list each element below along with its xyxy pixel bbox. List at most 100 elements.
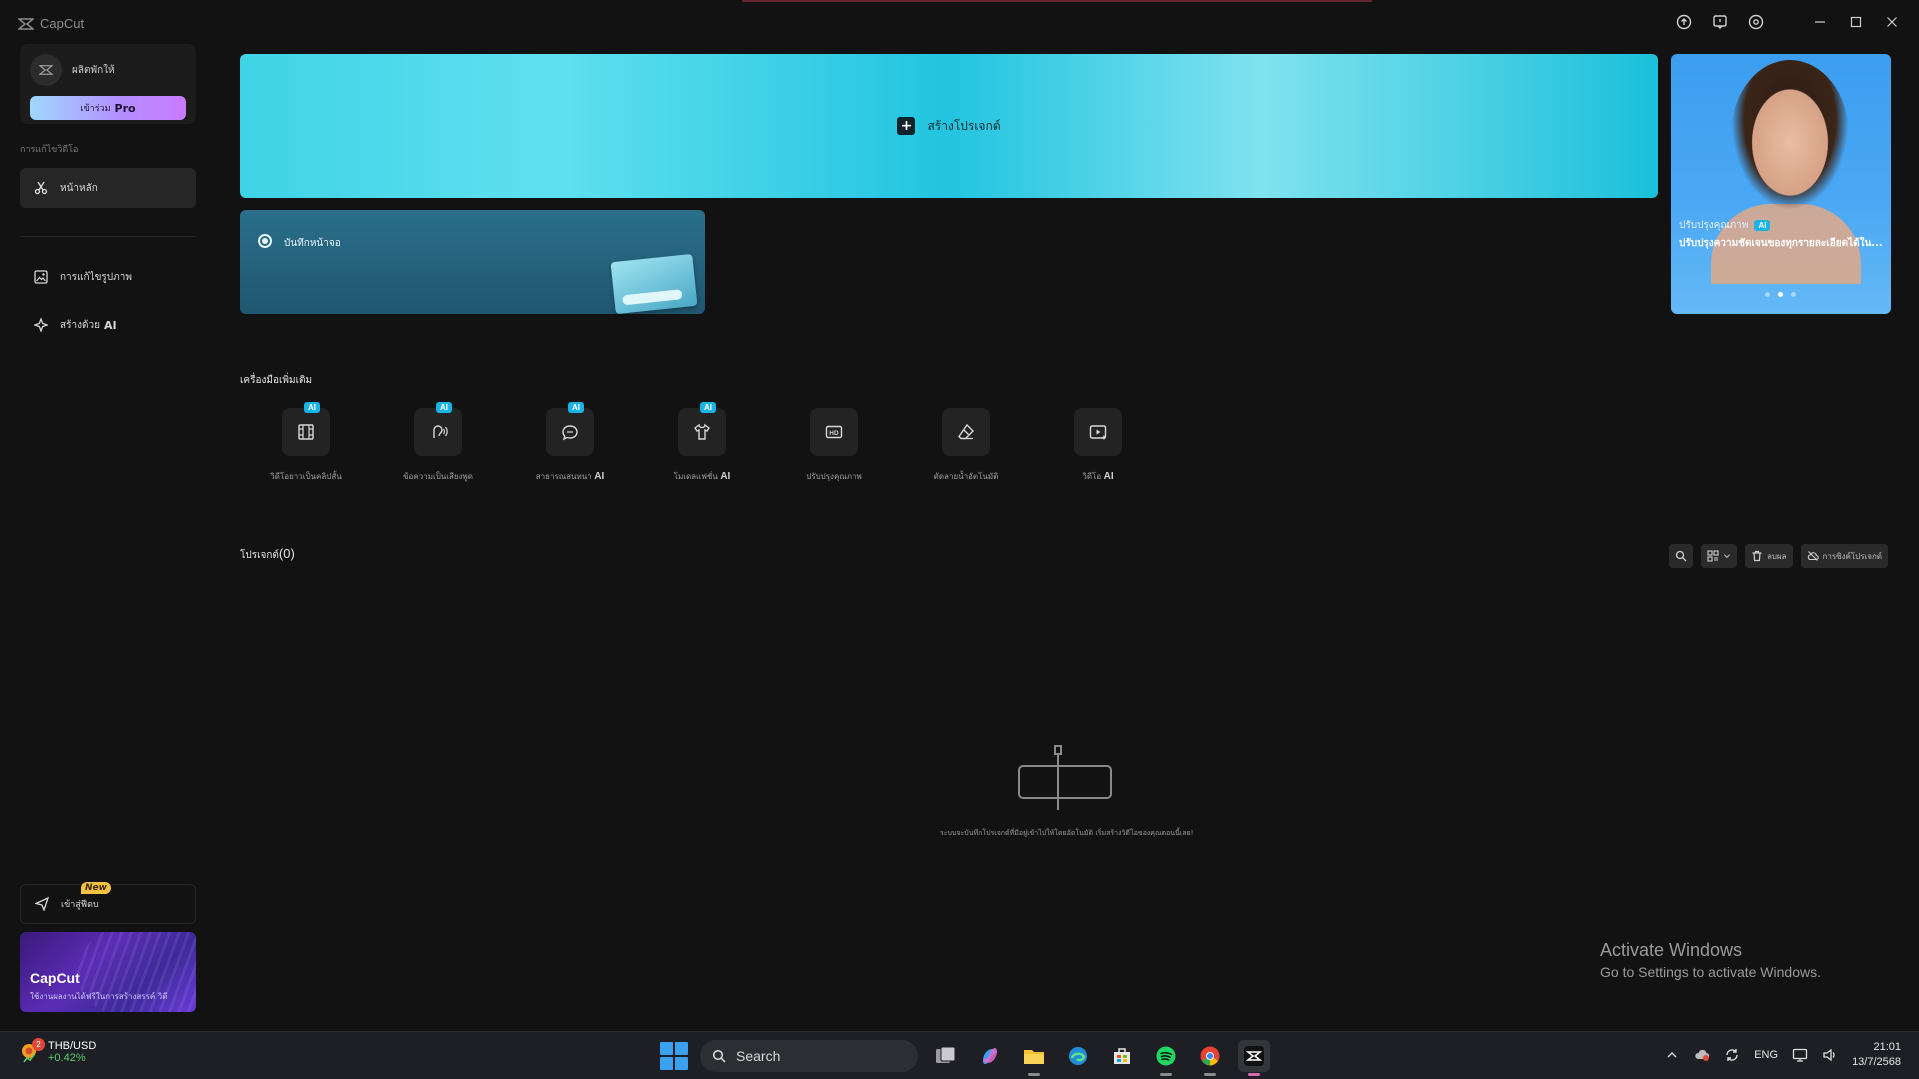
sidebar-item-image-editing[interactable]: การแก้ไขรูปภาพ	[20, 257, 196, 297]
view-mode-dropdown[interactable]	[1700, 544, 1737, 568]
sidebar-divider	[20, 236, 196, 237]
spotify-icon[interactable]	[1150, 1040, 1182, 1076]
cloud-sync-button[interactable]: การซิงค์โปรเจกต์	[1800, 544, 1888, 568]
close-button[interactable]	[1883, 13, 1901, 31]
projects-title: โปรเจกต์(0)	[240, 546, 295, 563]
sidebar-item-create-ai[interactable]: สร้างด้วย AI	[20, 305, 196, 345]
clock-time: 21:01	[1873, 1041, 1901, 1053]
tool-ai-chat[interactable]: AI สาธารณสนทนา AI	[504, 402, 636, 483]
ai-badge: AI	[436, 402, 452, 413]
feature-description: ปรับปรุงความชัดเจนของทุกรายละเอียดได้ใน.…	[1679, 238, 1883, 249]
film-icon	[298, 424, 314, 440]
windows-taskbar: 2 THB/USD +0.42% Search ENG 21:01 13/7/2…	[0, 1031, 1919, 1079]
avatar[interactable]	[30, 54, 62, 86]
join-pro-prefix: เข้าร่วม	[80, 104, 111, 114]
promo-subtitle: ใช้งานผลงานได้ฟรีในการสร้างสรรค์ วิดี	[30, 992, 168, 1001]
capcut-taskbar-icon[interactable]	[1238, 1040, 1270, 1076]
tool-label: ข้อความเป็นเสียงพูด	[403, 472, 473, 481]
record-screen-label: บันทึกหน้าจอ	[284, 238, 341, 249]
task-view-icon[interactable]	[930, 1040, 962, 1072]
feature-title: ปรับปรุงคุณภาพ	[1679, 220, 1749, 231]
feedback-button[interactable]: New เข้าสู่ฟีดบ	[20, 882, 196, 924]
chevron-down-icon	[1723, 554, 1730, 558]
tool-text-to-speech[interactable]: AI ข้อความเป็นเสียงพูด	[372, 402, 504, 483]
cloud-error-icon[interactable]	[1694, 1047, 1710, 1063]
tools-title: เครื่องมือเพิ่มเติม	[240, 375, 313, 386]
edge-browser-icon[interactable]	[1062, 1040, 1094, 1072]
delete-label: ลบผล	[1766, 551, 1787, 561]
activate-windows-watermark: Activate Windows Go to Settings to activ…	[1600, 940, 1821, 980]
sidebar-item-ai-suffix: AI	[103, 318, 117, 332]
windows-start-icon[interactable]	[660, 1042, 688, 1070]
tool-label-suffix: AI	[720, 471, 731, 482]
chevron-up-icon[interactable]	[1664, 1047, 1680, 1063]
carousel-dot[interactable]	[1791, 292, 1796, 297]
tool-label: วิดีโอยาวเป็นคลิปสั้น	[270, 472, 342, 481]
image-icon	[34, 270, 48, 284]
file-explorer-icon[interactable]	[1018, 1040, 1050, 1076]
feedback-label: เข้าสู่ฟีดบ	[61, 900, 99, 910]
svg-text:HD: HD	[829, 430, 839, 437]
taskbar-clock[interactable]: 21:01 13/7/2568	[1852, 1040, 1901, 1070]
join-pro-button[interactable]: เข้าร่วม Pro	[30, 96, 186, 120]
capcut-logo-icon	[18, 17, 34, 30]
empty-projects-message: ระบบจะบันทึกโปรเจกต์ที่มีอยู่เข้าไปให้โด…	[940, 829, 1194, 837]
tool-ai-video[interactable]: วิดีโอ AI	[1032, 408, 1164, 483]
promo-banner[interactable]: CapCut ใช้งานผลงานได้ฟรีในการสร้างสรรค์ …	[20, 932, 196, 1012]
currency-change: +0.42%	[48, 1052, 86, 1064]
tool-label: ปรับปรุงคุณภาพ	[806, 472, 862, 481]
sidebar-item-label: หน้าหลัก	[60, 182, 98, 194]
tool-auto-remove-watermark[interactable]: ตัดลายน้ำอัตโนมัติ	[900, 408, 1032, 483]
search-icon	[712, 1049, 726, 1063]
minimize-button[interactable]	[1811, 13, 1829, 31]
projects-count: (0)	[278, 546, 295, 561]
currency-widget[interactable]: 2 THB/USD +0.42%	[18, 1038, 96, 1064]
chrome-icon[interactable]	[1194, 1040, 1226, 1076]
tool-label: วิดีโอ	[1082, 472, 1102, 481]
record-illustration	[610, 253, 698, 315]
account-card: ผลิตพักให้ เข้าร่วม Pro	[20, 44, 196, 124]
tool-label: สาธารณสนทนา	[535, 472, 592, 481]
voice-icon	[433, 425, 448, 438]
delete-button[interactable]: ลบผล	[1744, 544, 1793, 568]
project-search-button[interactable]	[1668, 544, 1693, 568]
tool-fashion-model[interactable]: AI โมเดลแฟชั่น AI	[636, 402, 768, 483]
portrait-image	[1731, 60, 1849, 210]
projects-label: โปรเจกต์	[240, 550, 279, 561]
video-ai-icon	[1089, 425, 1107, 440]
sidebar-item-home[interactable]: หน้าหลัก	[20, 168, 196, 208]
section-label: การแก้ไขวิดีโอ	[20, 145, 79, 155]
create-project-button[interactable]: + สร้างโปรเจกต์	[240, 54, 1658, 198]
hd-icon: HD	[825, 425, 843, 439]
feature-carousel-card[interactable]: ปรับปรุงคุณภาพ AI ปรับปรุงความชัดเจนของท…	[1671, 54, 1891, 314]
tools-row: AI วิดีโอยาวเป็นคลิปสั้น AI ข้อความเป็นเ…	[240, 402, 1164, 483]
input-language[interactable]: ENG	[1754, 1049, 1778, 1061]
network-icon[interactable]	[1792, 1047, 1808, 1063]
sidebar-item-label: สร้างด้วย	[60, 319, 100, 331]
capcut-avatar-icon	[39, 65, 53, 75]
tool-label: โมเดลแฟชั่น	[673, 472, 718, 481]
new-badge: New	[81, 882, 111, 894]
search-icon	[1675, 550, 1687, 562]
carousel-dot[interactable]	[1765, 292, 1770, 297]
tool-label: ตัดลายน้ำอัตโนมัติ	[933, 472, 999, 481]
copilot-icon[interactable]	[974, 1040, 1006, 1072]
sidebar: ผลิตพักให้ เข้าร่วม Pro การแก้ไขวิดีโอ ห…	[20, 44, 196, 345]
tool-long-to-short[interactable]: AI วิดีโอยาวเป็นคลิปสั้น	[240, 402, 372, 483]
send-icon	[35, 897, 49, 911]
volume-icon[interactable]	[1822, 1047, 1838, 1063]
clock-date: 13/7/2568	[1852, 1056, 1901, 1068]
feedback-icon[interactable]	[1711, 13, 1729, 31]
carousel-dot-active[interactable]	[1778, 292, 1783, 297]
record-icon	[258, 234, 272, 248]
record-screen-card[interactable]: บันทึกหน้าจอ	[240, 210, 705, 315]
taskbar-search[interactable]: Search	[700, 1040, 918, 1072]
settings-icon[interactable]	[1747, 13, 1765, 31]
sync-icon[interactable]	[1724, 1047, 1740, 1063]
trash-icon	[1752, 550, 1762, 562]
title-bar: CapCut	[0, 0, 1919, 48]
maximize-button[interactable]	[1847, 13, 1865, 31]
microsoft-store-icon[interactable]	[1106, 1040, 1138, 1072]
tool-enhance-quality[interactable]: HD ปรับปรุงคุณภาพ	[768, 408, 900, 483]
upload-icon[interactable]	[1675, 13, 1693, 31]
